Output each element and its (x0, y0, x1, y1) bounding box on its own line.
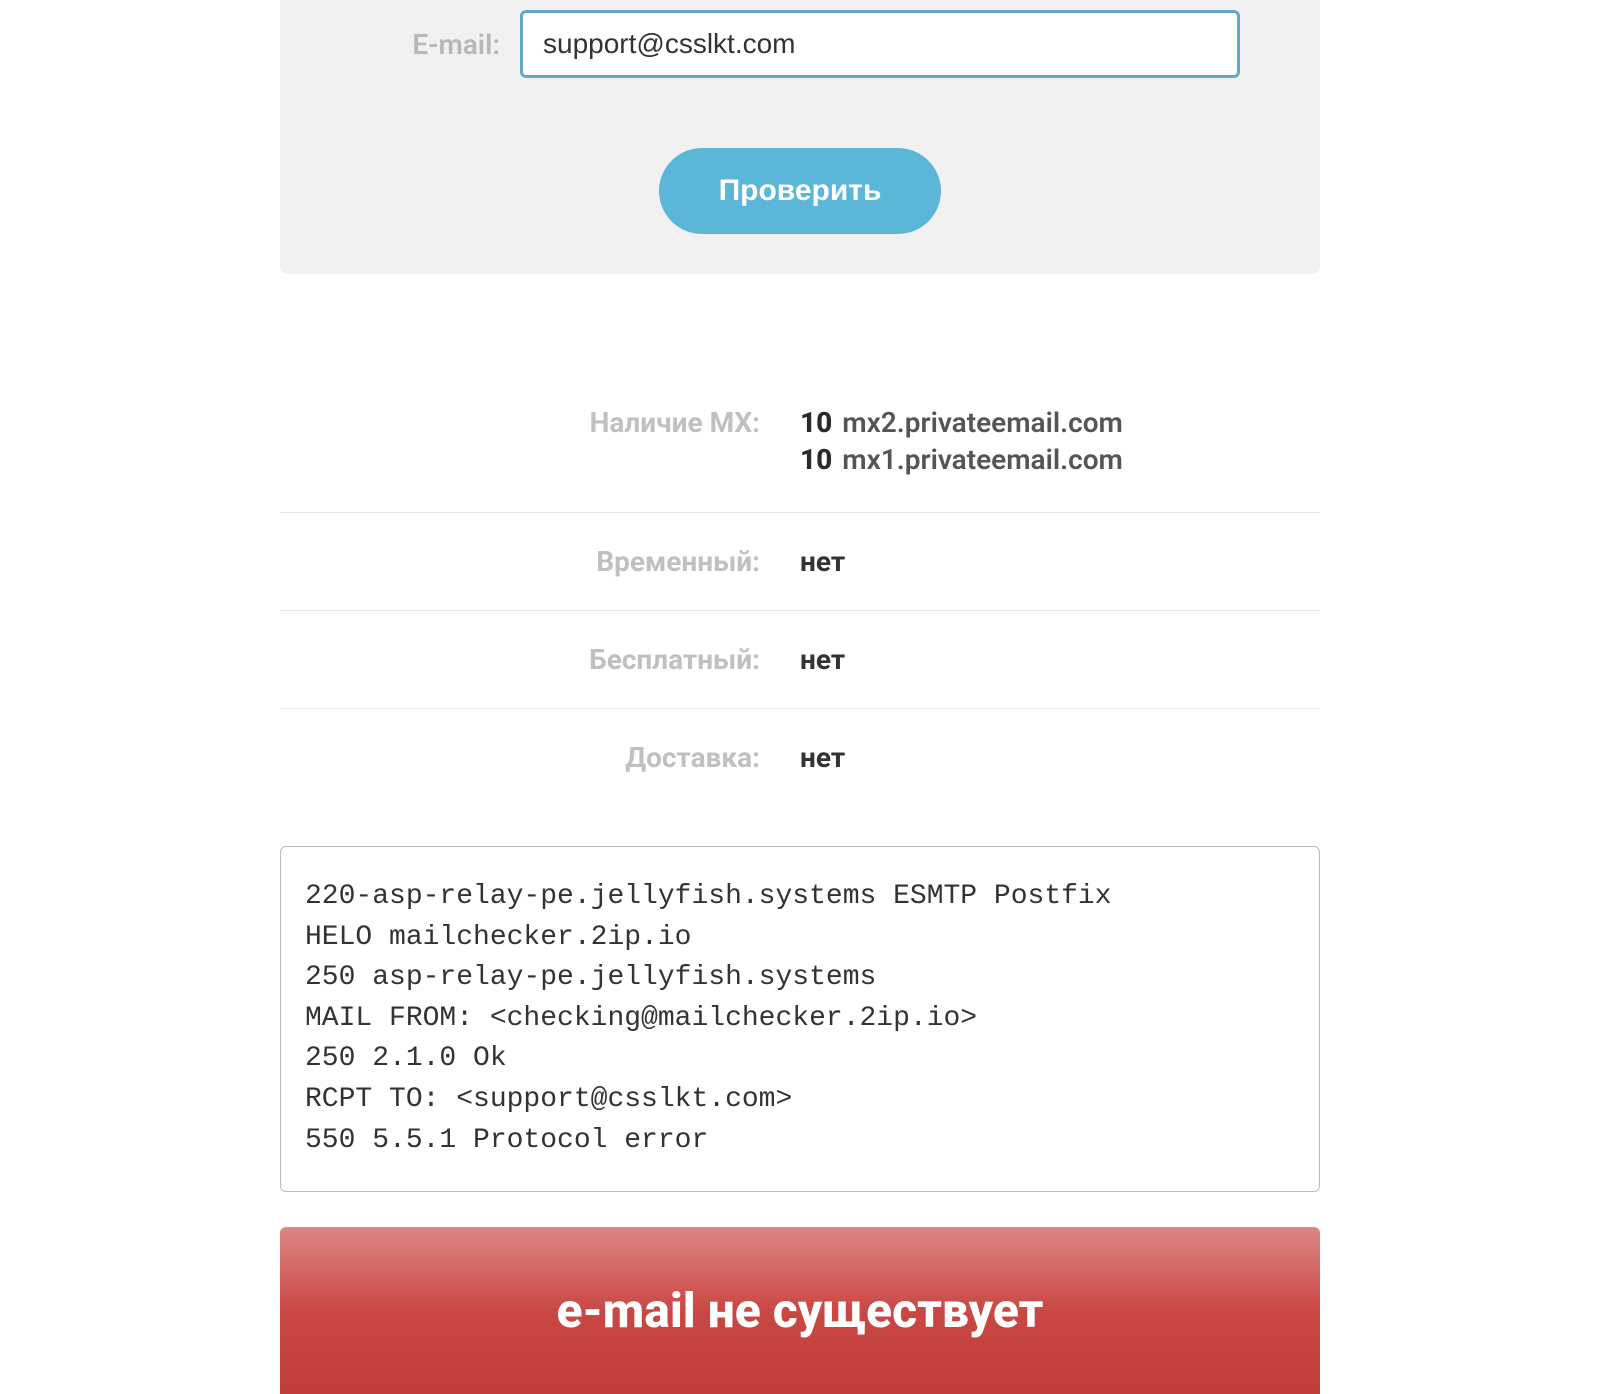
form-panel: E-mail: Проверить (280, 0, 1320, 274)
result-row-delivery: Доставка: нет (280, 709, 1320, 806)
result-row-temporary: Временный: нет (280, 513, 1320, 611)
mx-label: Наличие MX: (280, 406, 800, 480)
email-input[interactable] (520, 10, 1240, 78)
mx-host: mx1.privateemail.com (842, 443, 1123, 476)
temporary-value: нет (800, 545, 1320, 578)
delivery-value: нет (800, 741, 1320, 774)
mx-priority: 10 (800, 443, 832, 476)
mx-record: 10 mx1.privateemail.com (800, 443, 1320, 476)
mx-record: 10 mx2.privateemail.com (800, 406, 1320, 439)
free-label: Бесплатный: (280, 643, 800, 676)
status-banner: e-mail не существует (280, 1227, 1320, 1394)
smtp-log: 220-asp-relay-pe.jellyfish.systems ESMTP… (280, 846, 1320, 1192)
results-table: Наличие MX: 10 mx2.privateemail.com 10 m… (280, 374, 1320, 806)
mx-priority: 10 (800, 406, 832, 439)
result-row-free: Бесплатный: нет (280, 611, 1320, 709)
result-row-mx: Наличие MX: 10 mx2.privateemail.com 10 m… (280, 374, 1320, 513)
free-value: нет (800, 643, 1320, 676)
button-row: Проверить (280, 148, 1320, 234)
form-row: E-mail: (280, 0, 1320, 78)
temporary-label: Временный: (280, 545, 800, 578)
mx-value: 10 mx2.privateemail.com 10 mx1.privateem… (800, 406, 1320, 480)
mx-host: mx2.privateemail.com (842, 406, 1123, 439)
email-label: E-mail: (360, 28, 500, 61)
check-button[interactable]: Проверить (659, 148, 942, 234)
delivery-label: Доставка: (280, 741, 800, 774)
